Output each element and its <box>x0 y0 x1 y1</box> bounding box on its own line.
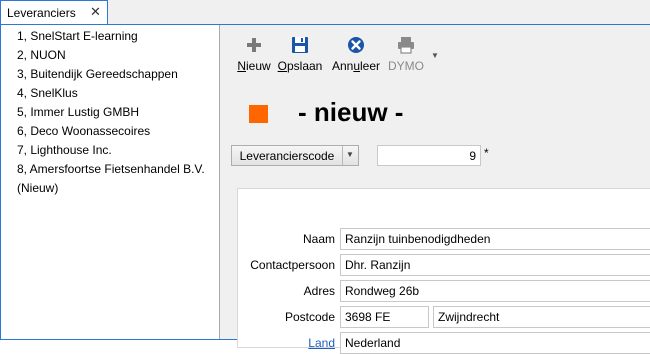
cancel-button-label: Annuleer <box>331 59 381 73</box>
required-marker: * <box>484 146 489 160</box>
list-item[interactable]: 6, Deco Woonassecoires <box>17 122 150 141</box>
address-label: Adres <box>303 284 335 298</box>
new-button[interactable]: Nieuw <box>236 35 272 75</box>
cancel-circle-icon <box>348 37 364 53</box>
supplier-code-label: Leverancierscode <box>239 149 335 163</box>
country-link[interactable]: Land <box>308 336 335 350</box>
list-item[interactable]: 8, Amersfoortse Fietsenhandel B.V. <box>17 160 205 179</box>
dropdown-separator <box>342 146 343 165</box>
save-button-label: Opslaan <box>277 59 323 73</box>
name-label: Naam <box>302 232 335 246</box>
dymo-print-button[interactable]: DYMO <box>386 35 426 75</box>
list-item[interactable]: 2, NUON <box>17 46 66 65</box>
list-item[interactable]: 5, Immer Lustig GMBH <box>17 103 139 122</box>
page-title: - nieuw - <box>298 97 404 127</box>
supplier-list: 1, SnelStart E-learning 2, NUON 3, Buite… <box>1 25 220 339</box>
supplier-code-input[interactable]: 9 <box>377 145 481 166</box>
floppy-disk-icon <box>292 37 308 53</box>
detail-panel: Nieuw Opslaan Annuleer DYMO ▼ - nieuw - … <box>220 25 650 354</box>
list-item[interactable]: 7, Lighthouse Inc. <box>17 141 112 160</box>
name-field[interactable]: Ranzijn tuinbenodigdheden <box>340 228 650 250</box>
list-item[interactable]: 4, SnelKlus <box>17 84 78 103</box>
tab-label: Leveranciers <box>7 6 76 20</box>
list-item[interactable]: 1, SnelStart E-learning <box>17 27 138 46</box>
supplier-code-dropdown[interactable]: Leverancierscode ▼ <box>231 145 359 166</box>
address-field[interactable]: Rondweg 26b <box>340 280 650 302</box>
color-indicator[interactable] <box>249 105 268 123</box>
new-button-label: Nieuw <box>237 59 271 73</box>
postcode-field[interactable]: 3698 FE <box>340 306 429 328</box>
country-field[interactable]: Nederland <box>340 332 650 354</box>
list-item-new[interactable]: (Nieuw) <box>17 179 58 198</box>
city-field[interactable]: Zwijndrecht <box>433 306 650 328</box>
postcode-label: Postcode <box>284 310 335 324</box>
supplier-form: Naam Ranzijn tuinbenodigdheden Contactpe… <box>237 188 650 354</box>
save-button[interactable]: Opslaan <box>276 35 324 75</box>
close-icon[interactable]: ✕ <box>90 4 101 20</box>
dymo-button-label: DYMO <box>388 59 424 73</box>
contact-label: Contactpersoon <box>250 258 335 272</box>
cancel-button[interactable]: Annuleer <box>330 35 382 75</box>
printer-icon <box>398 37 414 54</box>
main-frame: 1, SnelStart E-learning 2, NUON 3, Buite… <box>0 25 650 354</box>
chevron-down-icon: ▼ <box>346 150 354 159</box>
list-item[interactable]: 3, Buitendijk Gereedschappen <box>17 65 178 84</box>
dropdown-arrow-icon[interactable]: ▼ <box>431 51 439 60</box>
tab-leveranciers[interactable]: Leveranciers ✕ <box>0 0 108 24</box>
contact-field[interactable]: Dhr. Ranzijn <box>340 254 650 276</box>
plus-icon <box>247 38 261 52</box>
tab-bar: Leveranciers ✕ <box>0 0 650 25</box>
